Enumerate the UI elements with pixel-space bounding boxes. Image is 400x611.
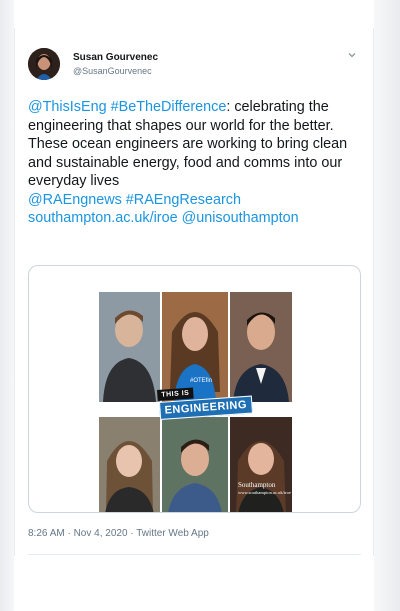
mention-hashtag-link[interactable]: @ThisIsEng #BeTheDifference bbox=[28, 99, 226, 115]
tweet-links-line[interactable]: @RAEngnews #RAEngResearch southampton.ac… bbox=[28, 192, 299, 227]
engineer-photo-6: Southampton www.southampton.ac.uk/iroe bbox=[230, 417, 292, 512]
left-background-strip bbox=[0, 0, 14, 611]
avatar-portrait-icon bbox=[28, 48, 60, 80]
photo-hashtag: #OTEfin bbox=[190, 378, 213, 384]
divider bbox=[28, 554, 361, 555]
tweet-timestamp[interactable]: 8:26 AM · Nov 4, 2020 · Twitter Web App bbox=[28, 528, 209, 539]
chevron-down-icon[interactable] bbox=[345, 50, 359, 64]
this-is-engineering-badge: THIS IS ENGINEERING bbox=[157, 387, 253, 424]
right-background-strip bbox=[374, 0, 400, 611]
avatar[interactable] bbox=[28, 48, 60, 80]
photo-collage: #OTEfin Southampton www.southampton.ac.u… bbox=[99, 292, 292, 512]
author-name[interactable]: Susan Gourvenec bbox=[73, 52, 158, 63]
engineer-photo-3 bbox=[230, 292, 292, 402]
engineer-photo-1 bbox=[99, 292, 160, 402]
engineer-photo-4 bbox=[99, 417, 160, 512]
watermark-url: www.southampton.ac.uk/iroe bbox=[238, 490, 291, 495]
watermark-name: Southampton bbox=[238, 481, 276, 489]
tweet-text: @ThisIsEng #BeTheDifference: celebrating… bbox=[28, 98, 368, 228]
engineer-photo-2: #OTEfin bbox=[162, 292, 228, 402]
tweet-media[interactable]: #OTEfin Southampton www.southampton.ac.u… bbox=[28, 265, 361, 513]
tweet-header: Susan Gourvenec @SusanGourvenec bbox=[28, 48, 361, 88]
tweet-card[interactable]: Susan Gourvenec @SusanGourvenec @ThisIsE… bbox=[14, 28, 374, 556]
university-watermark: Southampton www.southampton.ac.uk/iroe bbox=[238, 481, 291, 497]
author-handle[interactable]: @SusanGourvenec bbox=[73, 66, 152, 76]
engineer-photo-5 bbox=[162, 417, 228, 512]
